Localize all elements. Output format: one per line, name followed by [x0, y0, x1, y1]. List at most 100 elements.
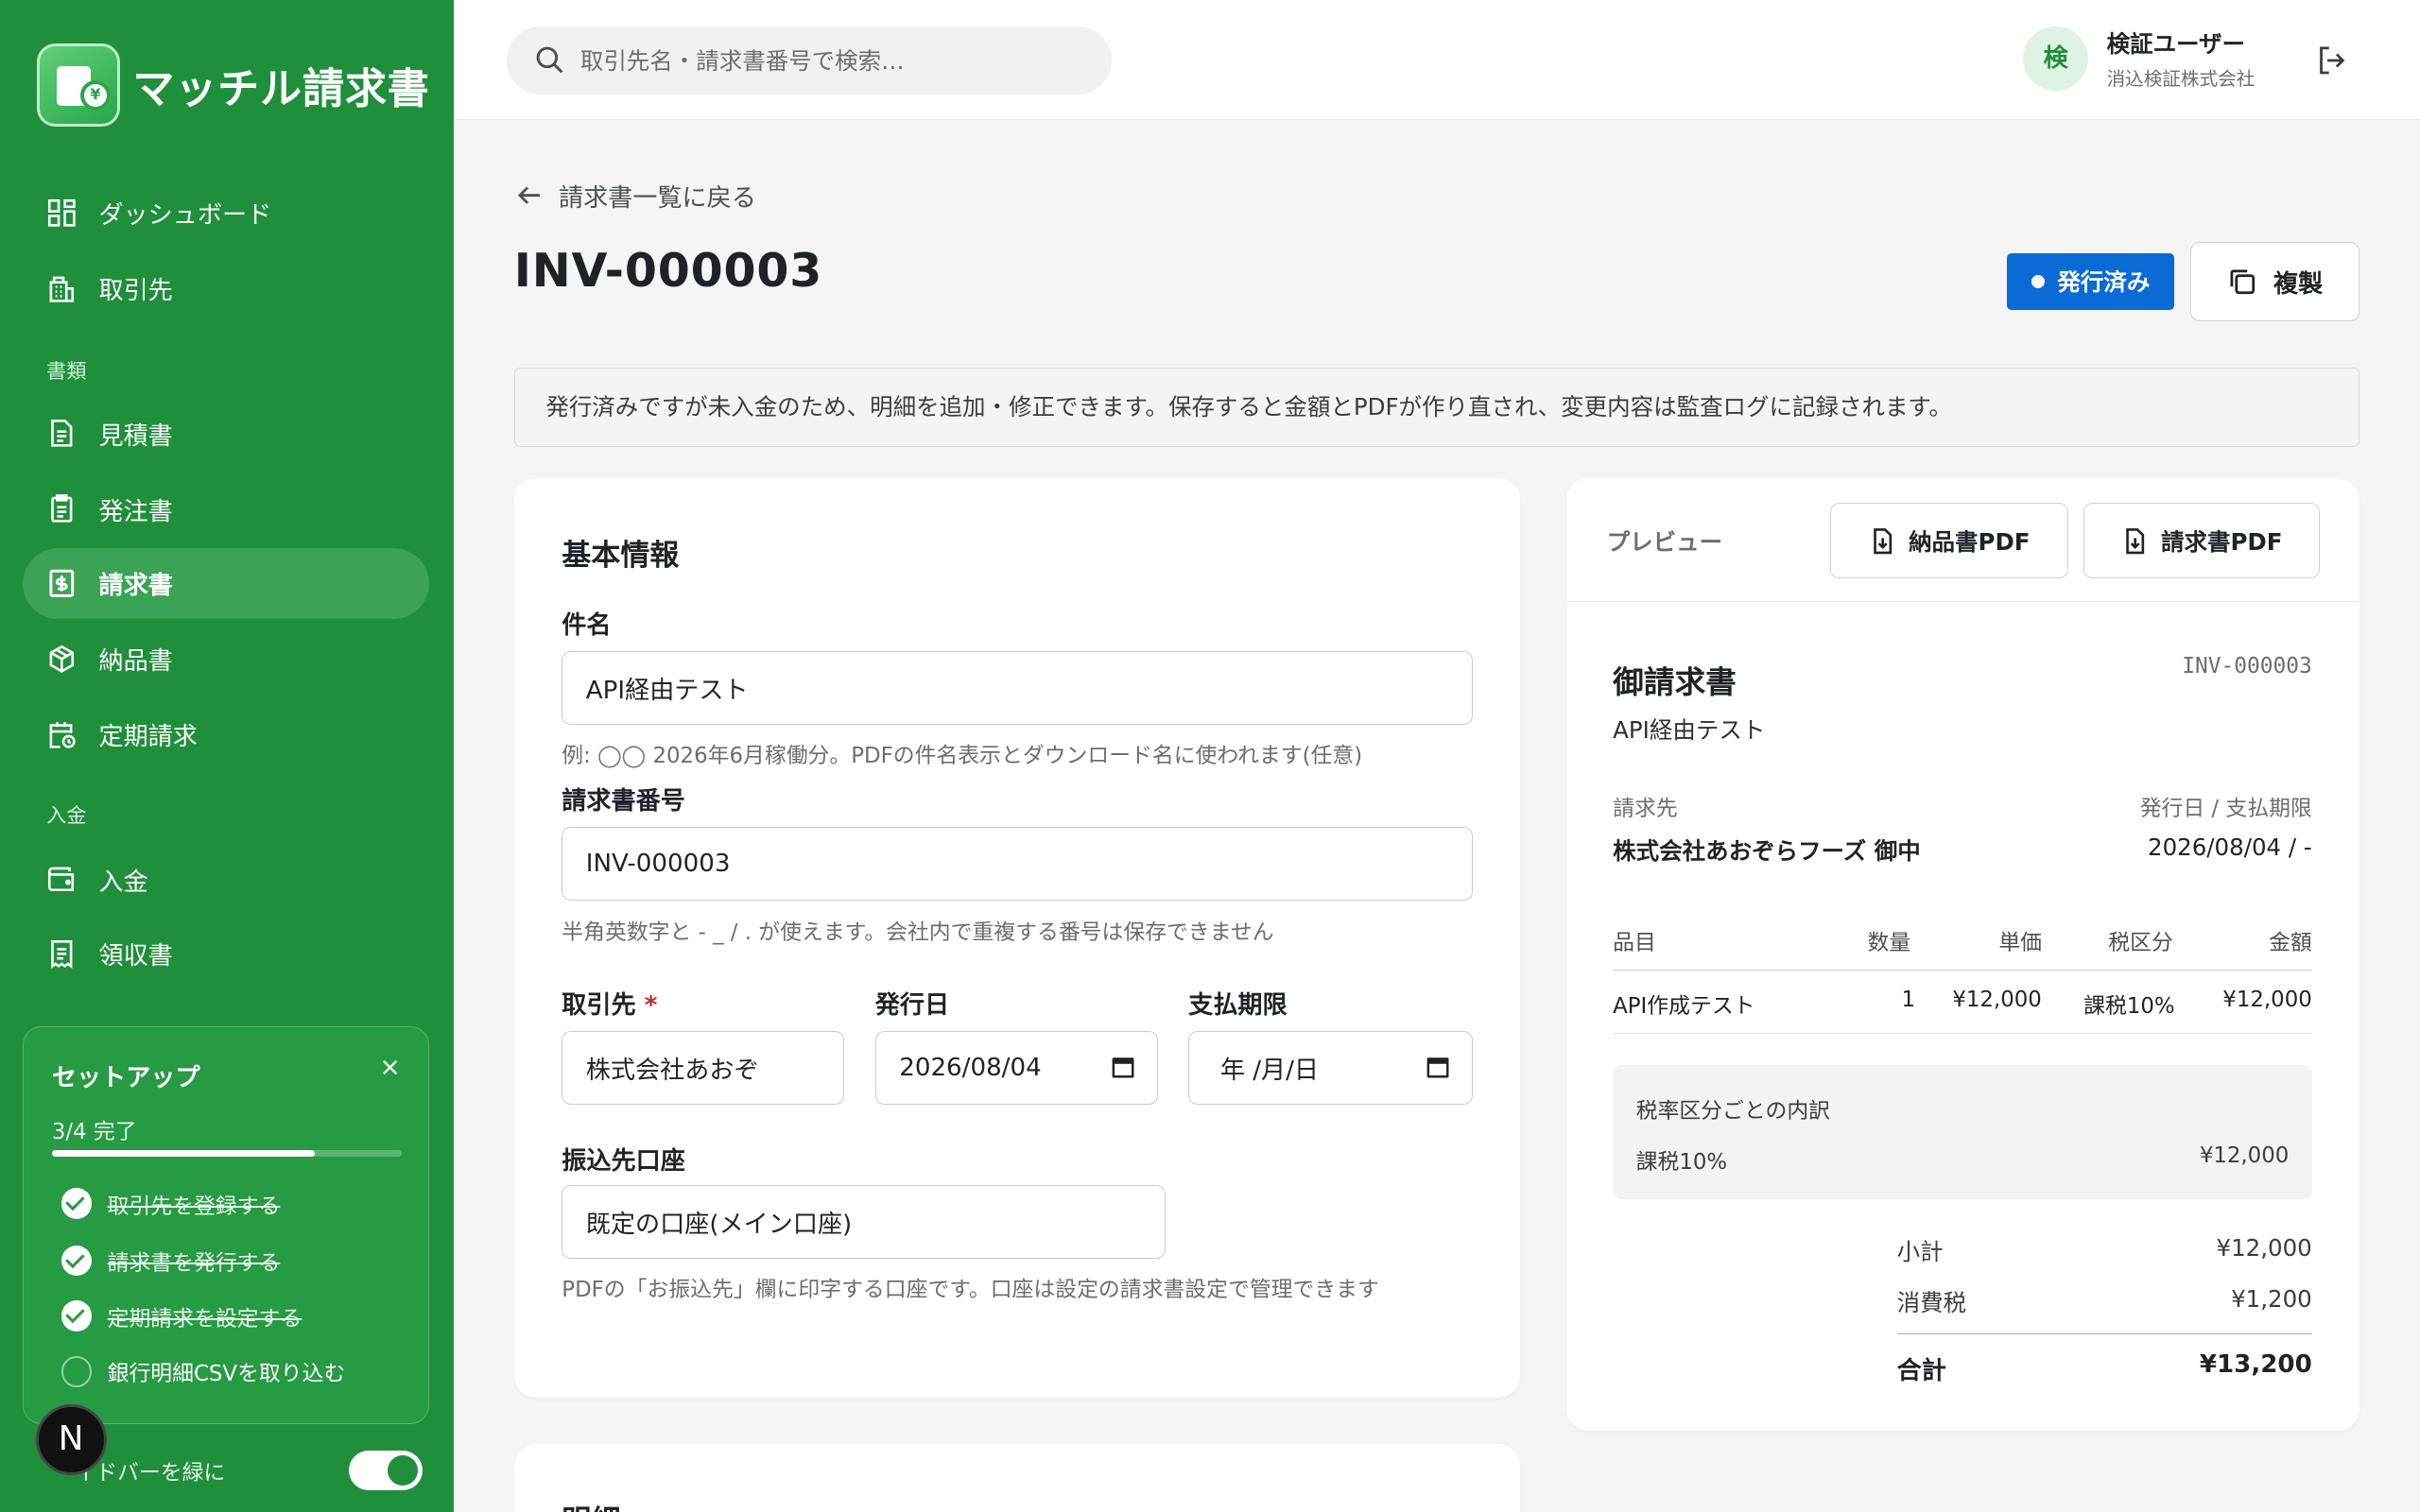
col-qty: 数量: [1867, 930, 1911, 955]
client-label-text: 取引先: [562, 990, 636, 1020]
sidebar-color-toggle[interactable]: [348, 1450, 424, 1491]
nav-section-docs: 書類: [45, 359, 87, 384]
sidebar-item-label: 見積書: [98, 421, 173, 451]
search-input[interactable]: 取引先名・請求書番号で検索…: [506, 26, 1112, 94]
brand[interactable]: ¥ マッチル請求書: [37, 43, 429, 127]
sidebar-item-label: 納品書: [98, 647, 173, 677]
duplicate-label: 複製: [2273, 269, 2324, 299]
col-amount: 金額: [2269, 930, 2312, 955]
sidebar-item-dashboard[interactable]: ダッシュボード: [23, 178, 428, 249]
setup-task-label: 取引先を登録する: [107, 1194, 281, 1219]
tax-breakdown-title: 税率区分ごとの内訳: [1635, 1098, 1831, 1124]
back-link-label: 請求書一覧に戻る: [559, 183, 756, 213]
sidebar-item-orders[interactable]: 発注書: [23, 473, 428, 544]
file-download-icon: [2125, 527, 2144, 554]
preview-label: プレビュー: [1606, 528, 1723, 557]
subject-input[interactable]: API経由テスト: [562, 650, 1473, 726]
sidebar-item-recurring[interactable]: 定期請求: [23, 699, 428, 770]
subtotal-label: 小計: [1896, 1238, 1944, 1266]
sidebar-item-clients[interactable]: 取引先: [23, 253, 428, 324]
dates-label: 発行日 / 支払期限: [2139, 796, 2312, 821]
nav-section-payment: 入金: [45, 803, 87, 828]
document-icon: [51, 420, 73, 448]
table-row: API作成テスト 1 ¥12,000 課税10% ¥12,000: [1613, 985, 2312, 1034]
setup-task[interactable]: 銀行明細CSVを取り込む: [60, 1355, 345, 1387]
invoice-pdf-button[interactable]: 請求書PDF: [2083, 503, 2320, 579]
setup-task[interactable]: 取引先を登録する: [60, 1188, 281, 1220]
invoice-icon: [49, 569, 75, 597]
arrow-left-icon: [518, 186, 541, 204]
page-title: INV-000003: [513, 243, 823, 298]
check-circle-icon: [60, 1245, 93, 1277]
subtotal-row: 小計 ¥12,000: [1897, 1234, 2312, 1267]
sidebar-item-delivery[interactable]: 納品書: [23, 624, 428, 695]
avatar: 検: [2023, 26, 2089, 92]
bill-to-label: 請求先: [1613, 796, 1678, 821]
sidebar-item-payments[interactable]: 入金: [23, 844, 428, 915]
search-icon: [536, 46, 563, 74]
tax-row: 消費税 ¥1,200: [1897, 1285, 2312, 1318]
required-mark: *: [644, 990, 658, 1020]
due-date-input[interactable]: 年 /月/日: [1188, 1030, 1473, 1105]
delivery-pdf-button[interactable]: 納品書PDF: [1830, 503, 2068, 579]
back-link[interactable]: 請求書一覧に戻る: [515, 178, 756, 214]
edit-notice: 発行済みですが未入金のため、明細を追加・修正できます。保存すると金額とPDFが作…: [513, 367, 2360, 448]
client-label: 取引先 *: [562, 985, 657, 1021]
preview-header: プレビュー 納品書PDF 請求書PDF: [1566, 478, 2360, 602]
setup-progress-bar: [51, 1150, 403, 1157]
basic-info-card: 基本情報 件名 API経由テスト 例: ◯◯ 2026年6月稼働分。PDFの件名…: [513, 478, 1521, 1399]
sidebar-item-quotes[interactable]: 見積書: [23, 398, 428, 469]
sidebar-item-label: 入金: [98, 868, 148, 897]
preview-card: プレビュー 納品書PDF 請求書PDF 御請求書 INV-000003 API経…: [1566, 478, 2360, 1431]
subject-hint: 例: ◯◯ 2026年6月稼働分。PDFの件名表示とダウンロード名に使われます(…: [562, 744, 1363, 769]
doc-number: INV-000003: [2182, 654, 2312, 679]
calendar-icon[interactable]: [1426, 1055, 1450, 1079]
doc-title: 御請求書: [1613, 663, 1737, 700]
client-select[interactable]: 株式会社あおぞ: [562, 1030, 845, 1105]
due-date-label: 支払期限: [1188, 990, 1288, 1020]
duplicate-button[interactable]: 複製: [2189, 242, 2360, 321]
calendar-icon[interactable]: [1111, 1055, 1135, 1079]
sidebar-item-label: 領収書: [98, 942, 173, 971]
user-name: 検証ユーザー: [2106, 30, 2246, 59]
search-placeholder: 取引先名・請求書番号で検索…: [579, 47, 905, 76]
building-icon: [49, 276, 75, 302]
setup-progress-fill: [51, 1150, 315, 1157]
close-icon[interactable]: ✕: [380, 1055, 401, 1083]
total-divider: [1896, 1332, 2312, 1335]
tax-breakdown-label: 課税10%: [1635, 1149, 1728, 1175]
sidebar-item-invoices[interactable]: 請求書: [23, 547, 429, 619]
account-hint: PDFの「お振込先」欄に印字する口座です。口座は設定の請求書設定で管理できます: [562, 1278, 1379, 1303]
dev-badge[interactable]: N: [35, 1403, 107, 1475]
sidebar-item-receipts[interactable]: 領収書: [23, 918, 428, 988]
invoice-number-label: 請求書番号: [562, 787, 685, 816]
setup-task[interactable]: 定期請求を設定する: [60, 1300, 302, 1332]
tax-breakdown: 税率区分ごとの内訳 課税10% ¥12,000: [1613, 1064, 2312, 1199]
tax-value: ¥1,200: [2231, 1285, 2312, 1314]
status-dot-icon: [2031, 274, 2046, 289]
setup-task-label: 定期請求を設定する: [107, 1306, 302, 1332]
due-date-value: 年 /月/日: [1219, 1056, 1320, 1085]
issue-date-input[interactable]: 2026/08/04: [874, 1030, 1158, 1105]
items-table-header: 品目 数量 単価 税区分 金額: [1613, 921, 2312, 971]
file-download-icon: [1873, 527, 1892, 554]
receipt-icon: [51, 939, 73, 969]
dates-value: 2026/08/04 / -: [2148, 833, 2312, 861]
tax-breakdown-value: ¥12,000: [2199, 1143, 2290, 1168]
cell-tax: 課税10%: [2083, 993, 2175, 1019]
tax-label: 消費税: [1896, 1289, 1967, 1317]
logout-icon[interactable]: [2315, 43, 2349, 77]
package-icon: [49, 644, 75, 673]
app-logo-icon: ¥: [37, 43, 121, 127]
setup-title: セットアップ: [51, 1064, 200, 1093]
copy-icon: [2230, 269, 2256, 294]
sidebar: ¥ マッチル請求書 ダッシュボード 取引先 書類 見積書 発注書 請求書 納品書…: [0, 0, 454, 1512]
invoice-number-input[interactable]: INV-000003: [562, 827, 1473, 902]
setup-task[interactable]: 請求書を発行する: [60, 1245, 280, 1277]
user-org: 消込検証株式会社: [2106, 67, 2256, 90]
user-menu[interactable]: 検 検証ユーザー 消込検証株式会社: [2023, 26, 2255, 92]
account-select[interactable]: 既定の口座(メイン口座): [562, 1184, 1166, 1260]
check-circle-icon: [60, 1188, 93, 1219]
empty-circle-icon: [60, 1356, 93, 1387]
status-label: 発行済み: [2057, 268, 2151, 297]
